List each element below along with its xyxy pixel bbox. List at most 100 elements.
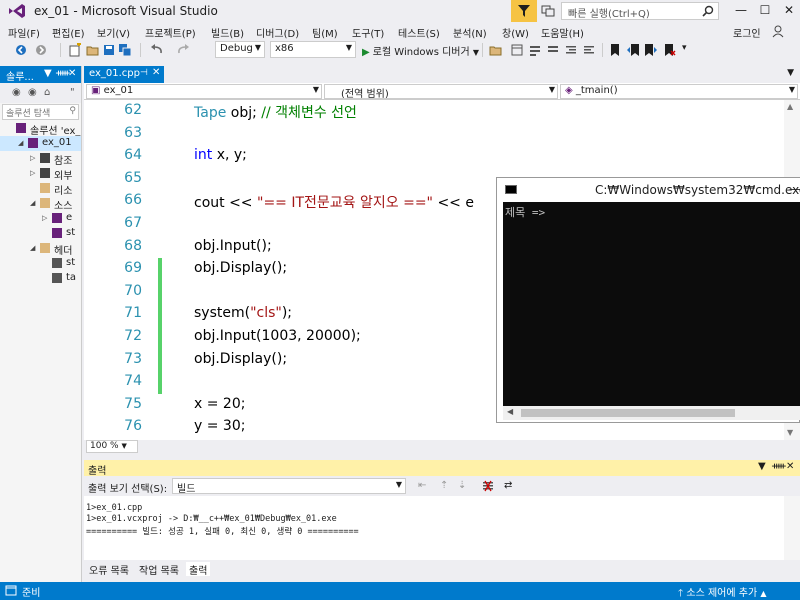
tree-item[interactable]: 솔루션 'ex_: [0, 121, 81, 136]
tab-list-dropdown-icon[interactable]: ▼: [787, 68, 794, 78]
tree-item[interactable]: ▷ 외부: [0, 166, 81, 181]
menu-view[interactable]: 보기(V): [97, 25, 130, 40]
tab-task-list[interactable]: 작업 목록: [136, 562, 182, 577]
menu-edit[interactable]: 편집(E): [52, 25, 85, 40]
code-line[interactable]: system("cls");: [194, 305, 292, 321]
code-line[interactable]: obj.Input(1003, 20000);: [194, 328, 361, 344]
tree-item[interactable]: ▷ e: [0, 211, 81, 226]
bookmark-icon[interactable]: [608, 43, 622, 57]
expand-arrow-icon[interactable]: ◢: [30, 199, 35, 207]
save-icon[interactable]: [102, 43, 116, 57]
menu-help[interactable]: 도움말(H): [541, 25, 584, 40]
quick-launch-input[interactable]: 빠른 실행(Ctrl+Q): [561, 2, 719, 20]
solution-search-input[interactable]: 솔루션 탐색 ⚲: [2, 104, 79, 120]
back-icon[interactable]: ◉: [12, 87, 21, 98]
tree-item[interactable]: 리소: [0, 181, 81, 196]
find-message-icon[interactable]: ⇤: [418, 480, 430, 492]
menu-build[interactable]: 빌드(B): [211, 25, 244, 40]
tab-error-list[interactable]: 오류 목록: [86, 562, 132, 577]
next-message-icon[interactable]: ⇣: [458, 480, 470, 492]
code-line[interactable]: obj.Display();: [194, 260, 287, 276]
undo-icon[interactable]: [150, 43, 164, 57]
tree-item[interactable]: ▷ 참조: [0, 151, 81, 166]
expand-arrow-icon[interactable]: ▷: [42, 214, 47, 222]
more-tools-icon[interactable]: ": [70, 87, 75, 98]
minimize-button[interactable]: —: [733, 3, 749, 17]
console-horizontal-scrollbar[interactable]: ◀: [503, 406, 800, 420]
next-bookmark-icon[interactable]: [644, 43, 658, 57]
start-debugging-button[interactable]: ▶ 로컬 Windows 디버거 ▼: [362, 43, 479, 58]
scroll-up-icon[interactable]: ▲: [787, 102, 793, 111]
code-line[interactable]: obj.Input();: [194, 238, 272, 254]
scroll-left-icon[interactable]: ◀: [507, 407, 513, 416]
new-project-icon[interactable]: [68, 43, 82, 57]
close-icon[interactable]: ✕: [68, 68, 76, 79]
word-wrap-icon[interactable]: ⇄: [504, 480, 516, 492]
pin-icon[interactable]: ᚔ: [772, 461, 786, 472]
forward-icon[interactable]: ◉: [28, 87, 37, 98]
navigate-back-icon[interactable]: [14, 43, 28, 57]
open-file-icon[interactable]: [86, 43, 100, 57]
scroll-down-icon[interactable]: ▼: [787, 428, 793, 437]
feedback-icon[interactable]: [541, 4, 555, 18]
toolbar-overflow-icon[interactable]: ▾: [682, 43, 687, 53]
clear-all-icon[interactable]: [482, 480, 494, 492]
code-line[interactable]: int x, y;: [194, 147, 247, 163]
pin-tab-icon[interactable]: ⊣: [140, 68, 148, 78]
decrease-indent-icon[interactable]: [564, 43, 578, 57]
expand-arrow-icon[interactable]: ◢: [30, 244, 35, 252]
comment-out-icon[interactable]: [528, 43, 542, 57]
code-line[interactable]: x = 20;: [194, 396, 245, 412]
project-nav-dropdown[interactable]: ▣ ex_01 ▼: [86, 84, 322, 99]
save-all-icon[interactable]: [118, 43, 132, 57]
notifications-filter-button[interactable]: [511, 0, 537, 22]
maximize-button[interactable]: ☐: [757, 3, 773, 17]
panel-menu-icon[interactable]: ▼: [758, 461, 766, 472]
tree-item[interactable]: st: [0, 256, 81, 271]
user-account-icon[interactable]: [771, 24, 785, 38]
increase-indent-icon[interactable]: [582, 43, 596, 57]
zoom-level-select[interactable]: 100 % ▼: [86, 440, 138, 453]
code-line[interactable]: Tape obj; // 객체변수 선언: [194, 102, 357, 122]
console-minimize-button[interactable]: —: [789, 182, 800, 196]
menu-team[interactable]: 팀(M): [312, 25, 338, 40]
code-line[interactable]: obj.Display();: [194, 351, 287, 367]
login-link[interactable]: 로그인: [733, 25, 761, 40]
expand-arrow-icon[interactable]: ▷: [30, 154, 35, 162]
close-window-button[interactable]: ✕: [781, 3, 797, 17]
output-vertical-scrollbar[interactable]: [784, 496, 800, 560]
menu-tools[interactable]: 도구(T): [352, 25, 384, 40]
solution-platform-select[interactable]: x86 ▼: [270, 41, 356, 58]
add-to-source-control-button[interactable]: 🡑 소스 제어에 추가 ▲: [678, 584, 767, 600]
tree-item[interactable]: ◢ 헤더: [0, 241, 81, 256]
code-line[interactable]: cout << "== IT전문교육 알지오 ==" << e: [194, 192, 474, 212]
tab-output[interactable]: 출력: [186, 562, 211, 577]
window-layout-icon[interactable]: [510, 43, 524, 57]
menu-test[interactable]: 테스트(S): [398, 25, 440, 40]
tree-item[interactable]: ◢ ex_01: [0, 136, 81, 151]
home-icon[interactable]: ⌂: [44, 87, 50, 98]
tree-item[interactable]: ta: [0, 271, 81, 286]
previous-message-icon[interactable]: ⇡: [440, 480, 452, 492]
previous-bookmark-icon[interactable]: [626, 43, 640, 57]
uncomment-icon[interactable]: [546, 43, 560, 57]
panel-menu-icon[interactable]: ▼: [44, 68, 52, 79]
console-title-bar[interactable]: C:₩Windows₩system32₩cmd.exe —: [497, 178, 800, 202]
navigate-forward-icon[interactable]: [34, 43, 48, 57]
function-nav-dropdown[interactable]: ◈ _tmain() ▼: [560, 84, 798, 99]
close-icon[interactable]: ✕: [786, 461, 794, 472]
browse-icon[interactable]: [489, 43, 503, 57]
scope-nav-dropdown[interactable]: (전역 범위) ▼: [324, 84, 558, 99]
menu-window[interactable]: 창(W): [502, 25, 529, 40]
tab-ex-01-cpp[interactable]: ex_01.cpp ⊣ ✕: [84, 66, 164, 83]
tree-item[interactable]: ◢ 소스: [0, 196, 81, 211]
output-text[interactable]: 1>ex_01.cpp 1>ex_01.vcxproj -> D:₩__c++₩e…: [84, 496, 784, 560]
expand-arrow-icon[interactable]: ▷: [30, 169, 35, 177]
tree-item[interactable]: st: [0, 226, 81, 241]
solution-configuration-select[interactable]: Debug ▼: [215, 41, 265, 58]
scrollbar-thumb[interactable]: [521, 409, 735, 417]
close-tab-icon[interactable]: ✕: [152, 67, 160, 78]
menu-debug[interactable]: 디버그(D): [256, 25, 299, 40]
console-window[interactable]: C:₩Windows₩system32₩cmd.exe — 제목 => ◀: [496, 177, 800, 423]
code-line[interactable]: y = 30;: [194, 418, 245, 434]
